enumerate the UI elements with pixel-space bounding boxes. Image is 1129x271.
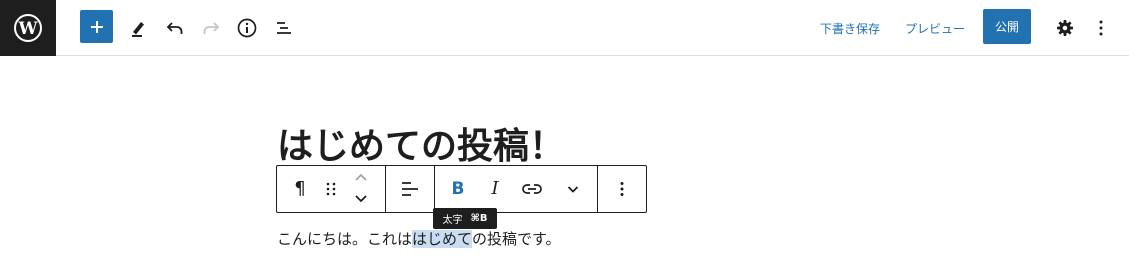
editor-header: W 下書き保存 プレビュー 公開	[0, 0, 1129, 56]
toolbar-divider	[434, 166, 435, 212]
move-down-icon	[355, 195, 367, 203]
paragraph-text: こんにちは。これは	[277, 230, 413, 248]
italic-button[interactable]: I	[482, 166, 508, 212]
undo-icon	[166, 22, 183, 34]
wordpress-logo-icon[interactable]: W	[0, 0, 56, 56]
tooltip-shortcut: ⌘B	[470, 213, 488, 224]
paragraph-text: の投稿です。	[472, 230, 561, 248]
move-up-button[interactable]	[349, 166, 373, 188]
block-type-button[interactable]: ¶	[287, 166, 313, 212]
info-icon	[237, 18, 257, 38]
toolbar-divider	[597, 166, 598, 212]
more-vertical-icon	[1099, 20, 1103, 36]
tooltip-label: 太字	[442, 215, 463, 226]
undo-button[interactable]	[157, 10, 193, 46]
link-button[interactable]	[517, 166, 547, 212]
list-view-button[interactable]	[266, 10, 302, 46]
drag-handle-button[interactable]	[319, 166, 343, 212]
redo-icon	[203, 22, 220, 34]
options-button[interactable]	[1083, 10, 1119, 46]
move-down-button[interactable]	[349, 188, 373, 210]
more-vertical-icon	[620, 182, 624, 196]
block-options-button[interactable]	[609, 166, 635, 212]
bold-icon: B	[451, 178, 465, 199]
save-draft-button[interactable]: 下書き保存	[820, 0, 880, 56]
tools-button[interactable]	[120, 10, 156, 46]
redo-button[interactable]	[193, 10, 229, 46]
chevron-down-icon	[567, 186, 579, 193]
post-title[interactable]: はじめての投稿！	[277, 122, 565, 170]
selected-text: はじめて	[412, 230, 473, 248]
toolbar-divider	[385, 166, 386, 212]
bold-button[interactable]: B	[445, 166, 471, 212]
paragraph-block[interactable]: こんにちは。これははじめての投稿です。	[277, 228, 561, 250]
preview-button[interactable]: プレビュー	[905, 0, 965, 56]
link-icon	[522, 184, 542, 194]
paragraph-icon: ¶	[294, 178, 306, 199]
drag-handle-icon	[326, 182, 336, 196]
gear-icon	[1057, 20, 1073, 36]
settings-button[interactable]	[1047, 10, 1083, 46]
publish-button[interactable]: 公開	[983, 9, 1031, 44]
block-toolbar: ¶ B I	[276, 165, 647, 213]
bold-tooltip: 太字 ⌘B	[433, 208, 497, 229]
svg-text:W: W	[17, 19, 38, 39]
add-block-button[interactable]	[80, 10, 113, 43]
move-up-icon	[355, 173, 367, 181]
pencil-icon	[132, 22, 144, 37]
align-left-icon	[402, 182, 418, 196]
list-view-icon	[277, 22, 291, 34]
details-button[interactable]	[229, 10, 265, 46]
align-button[interactable]	[395, 166, 425, 212]
italic-icon: I	[491, 178, 499, 199]
plus-icon	[90, 20, 103, 33]
more-formatting-button[interactable]	[559, 166, 587, 212]
